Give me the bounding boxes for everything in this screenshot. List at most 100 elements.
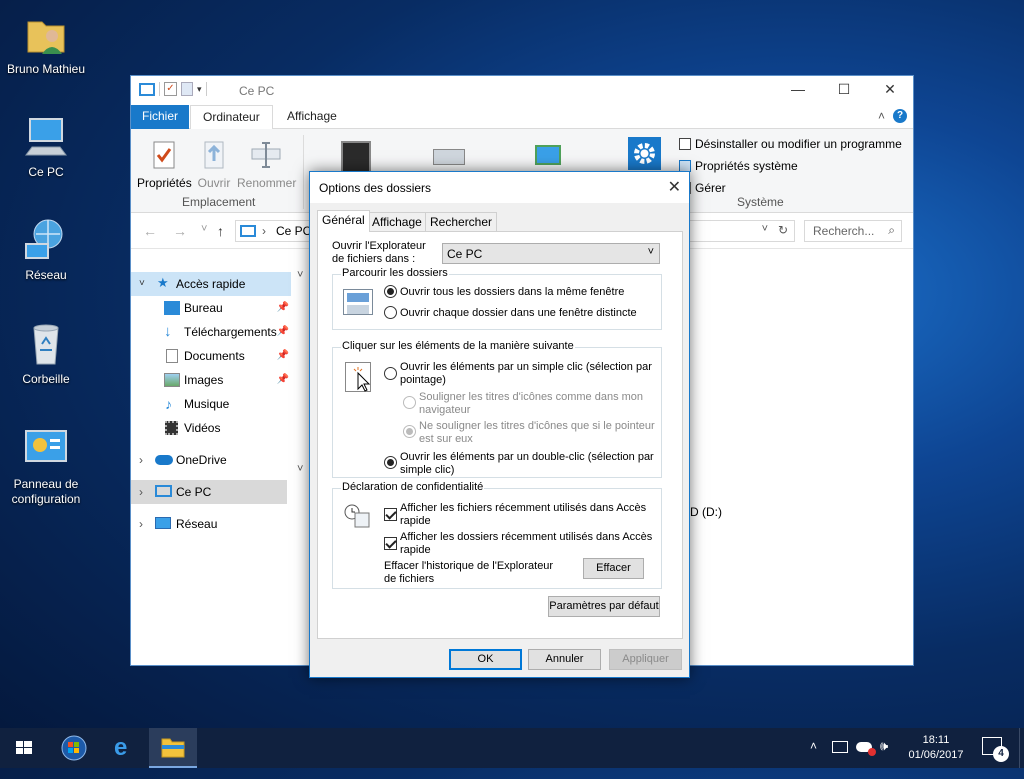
up-arrow-icon[interactable]: ↑ xyxy=(217,223,224,239)
desktop-icon-network[interactable]: Réseau xyxy=(1,216,91,283)
computer-icon xyxy=(22,113,70,161)
windows-orb-icon xyxy=(61,735,87,761)
maximize-icon[interactable]: ☐ xyxy=(821,76,867,105)
search-placeholder: Recherch... xyxy=(813,224,875,238)
restore-defaults-button[interactable]: Paramètres par défaut xyxy=(548,596,660,617)
desktop-icon-recycle-bin[interactable]: Corbeille xyxy=(1,320,91,387)
expand-chevron-icon[interactable]: › xyxy=(139,448,143,472)
open-label: Ouvrir xyxy=(197,176,231,190)
taskbar-edge[interactable]: e xyxy=(100,728,148,768)
media-access-icon[interactable] xyxy=(341,141,371,173)
new-window-label: Ouvrir chaque dossier dans une fenêtre d… xyxy=(400,307,637,319)
desktop-icon-label: Ce PC xyxy=(28,165,64,179)
recent-files-checkbox[interactable] xyxy=(384,508,397,521)
pin-icon[interactable]: 📌 xyxy=(277,320,289,344)
underline-browser-radio[interactable] xyxy=(403,396,416,409)
recent-locations-icon[interactable]: ˅ xyxy=(201,223,207,235)
nav-music[interactable]: ♪ Musique xyxy=(131,392,291,416)
clear-history-button[interactable]: Effacer xyxy=(583,558,644,579)
pin-icon[interactable]: 📌 xyxy=(277,296,289,320)
show-desktop-strip[interactable] xyxy=(1019,728,1024,768)
network-drive-icon[interactable] xyxy=(433,149,465,165)
manage-label: Gérer xyxy=(695,181,726,195)
nav-scroll-chevron-icon[interactable]: ˅ xyxy=(297,269,303,281)
system-properties-button[interactable]: Propriétés système xyxy=(679,159,798,173)
uninstall-icon xyxy=(679,138,691,150)
recent-folders-label: Afficher les dossiers récemment utilisés… xyxy=(400,531,653,556)
properties-check-icon[interactable]: ✓ xyxy=(164,82,177,96)
properties-button[interactable]: Propriétés xyxy=(137,139,192,190)
desktop-icon-control-panel[interactable]: Panneau de configuration xyxy=(1,425,91,507)
tab-computer[interactable]: Ordinateur xyxy=(190,105,273,130)
nav-label: Accès rapide xyxy=(176,277,246,291)
privacy-legend: Déclaration de confidentialité xyxy=(341,481,485,493)
nav-network[interactable]: › Réseau xyxy=(131,512,291,536)
pin-icon[interactable]: 📌 xyxy=(277,344,289,368)
open-button[interactable]: Ouvrir xyxy=(187,139,241,190)
dialog-titlebar: Options des dossiers ✕ xyxy=(310,172,689,203)
show-hidden-icons[interactable]: ˄ xyxy=(810,739,817,779)
tab-general[interactable]: Général xyxy=(317,210,370,232)
open-icon xyxy=(198,139,230,171)
refresh-icon[interactable]: ↻ xyxy=(778,223,788,237)
network-location-icon[interactable] xyxy=(535,145,561,165)
action-center-button[interactable]: 4 xyxy=(982,737,1009,762)
nav-images[interactable]: Images 📌 xyxy=(131,368,291,392)
start-button[interactable] xyxy=(0,728,48,768)
uninstall-button[interactable]: Désinstaller ou modifier un programme xyxy=(679,137,902,151)
section-collapse-chevron-icon[interactable]: ˅ xyxy=(297,463,303,475)
same-window-radio[interactable] xyxy=(384,285,397,298)
nav-quick-access[interactable]: ˅ ★ Accès rapide xyxy=(131,272,291,296)
desktop-icon-label: Réseau xyxy=(25,268,67,282)
pin-icon[interactable]: 📌 xyxy=(277,368,289,392)
network-status-icon[interactable] xyxy=(832,741,848,753)
gear-icon xyxy=(634,143,655,164)
cancel-button[interactable]: Annuler xyxy=(528,649,601,670)
search-input[interactable]: Recherch... ⌕ xyxy=(804,220,902,242)
nav-this-pc[interactable]: › Ce PC xyxy=(131,480,287,504)
taskbar-file-explorer[interactable] xyxy=(149,728,197,768)
collapse-ribbon-icon[interactable]: ˄ xyxy=(878,109,885,123)
settings-gear-button[interactable] xyxy=(628,137,661,170)
open-explorer-select[interactable]: Ce PC ˅ xyxy=(442,243,660,264)
expand-chevron-icon[interactable]: ˅ xyxy=(139,272,145,296)
tab-view[interactable]: Affichage xyxy=(367,212,427,232)
double-click-radio[interactable] xyxy=(384,456,397,469)
single-click-radio[interactable] xyxy=(384,367,397,380)
desktop-icon-user-folder[interactable]: Bruno Mathieu xyxy=(1,10,91,77)
clock-time: 18:11 xyxy=(922,734,950,746)
nav-desktop[interactable]: Bureau 📌 xyxy=(131,296,291,320)
tab-file[interactable]: Fichier xyxy=(131,105,189,129)
rename-button[interactable]: Renommer xyxy=(237,139,296,190)
new-window-radio[interactable] xyxy=(384,306,397,319)
desktop-icon-this-pc[interactable]: Ce PC xyxy=(1,113,91,180)
close-icon[interactable]: ✕ xyxy=(668,177,681,197)
back-arrow-icon[interactable]: ← xyxy=(143,223,157,239)
tab-view[interactable]: Affichage xyxy=(275,105,349,129)
nav-onedrive[interactable]: › OneDrive xyxy=(131,448,291,472)
new-folder-icon[interactable] xyxy=(181,82,193,96)
onedrive-error-icon[interactable] xyxy=(856,742,876,756)
drive-d-label[interactable]: D (D:) xyxy=(690,505,722,519)
ok-button[interactable]: OK xyxy=(449,649,522,670)
qat-dropdown-icon[interactable]: ▾ xyxy=(197,84,202,95)
nav-documents[interactable]: Documents 📌 xyxy=(131,344,291,368)
expand-chevron-icon[interactable]: › xyxy=(139,480,143,504)
recent-folders-checkbox[interactable] xyxy=(384,537,397,550)
underline-hover-radio[interactable] xyxy=(403,425,416,438)
taskbar-windows7-orb[interactable] xyxy=(50,728,98,768)
system-clock[interactable]: 18:11 01/06/2017 xyxy=(900,733,972,763)
tab-search[interactable]: Rechercher xyxy=(425,212,498,232)
apply-button[interactable]: Appliquer xyxy=(609,649,682,670)
minimize-icon[interactable]: — xyxy=(775,76,821,105)
desktop-icon-label: Corbeille xyxy=(22,372,70,386)
nav-downloads[interactable]: ↓ Téléchargements 📌 xyxy=(131,320,291,344)
address-dropdown-icon[interactable]: ˅ xyxy=(762,223,768,235)
help-icon[interactable]: ? xyxy=(893,109,907,123)
music-note-icon: ♪ xyxy=(165,396,172,412)
forward-arrow-icon[interactable]: → xyxy=(173,223,187,239)
expand-chevron-icon[interactable]: › xyxy=(139,512,143,536)
close-icon[interactable]: ✕ xyxy=(867,76,913,105)
nav-videos[interactable]: Vidéos xyxy=(131,416,291,440)
volume-icon[interactable]: 🕪 xyxy=(880,738,888,778)
